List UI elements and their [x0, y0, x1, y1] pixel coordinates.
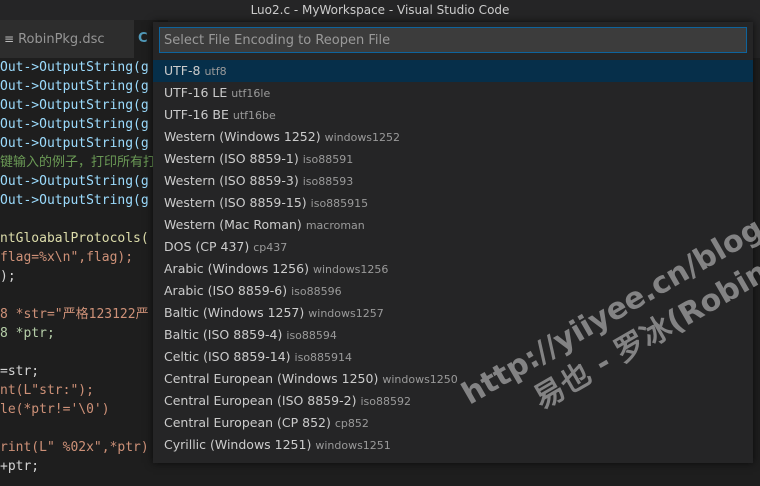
code-line: Out->OutputString(g [0, 98, 149, 113]
encoding-label: Western (ISO 8859-3) [164, 173, 299, 188]
encoding-option[interactable]: Western (ISO 8859-15) iso885915 [153, 192, 753, 214]
encoding-id: iso88594 [286, 329, 337, 342]
c-file-icon: C [138, 31, 148, 46]
window-title: Luo2.c - MyWorkspace - Visual Studio Cod… [0, 0, 760, 20]
encoding-id: windows1250 [382, 373, 458, 386]
encoding-option[interactable]: UTF-16 BE utf16be [153, 104, 753, 126]
code-line: Out->OutputString(g [0, 60, 149, 75]
encoding-id: cp852 [334, 417, 369, 430]
encoding-option[interactable]: DOS (CP 437) cp437 [153, 236, 753, 258]
encoding-option[interactable]: Cyrillic (Windows 1251) windows1251 [153, 434, 753, 456]
encoding-id: utf8 [204, 65, 227, 78]
encoding-id: iso88596 [291, 285, 342, 298]
code-line: Out->OutputString(g [0, 117, 149, 132]
encoding-id: iso88593 [302, 175, 354, 188]
code-line: 键输入的例子，打印所有打 [0, 155, 157, 170]
code-line: nt(L"str:"); [0, 383, 94, 398]
encoding-id: utf16be [232, 109, 276, 122]
encoding-option[interactable]: Baltic (ISO 8859-4) iso88594 [153, 324, 753, 346]
tab-label: RobinPkg.dsc [18, 32, 105, 47]
code-line: ntGloabalProtocols( [0, 231, 149, 246]
encoding-label: Western (ISO 8859-1) [164, 151, 299, 166]
encoding-label: Central European (Windows 1250) [164, 371, 379, 386]
encoding-id: iso88592 [360, 395, 411, 408]
encoding-label: Western (Windows 1252) [164, 129, 321, 144]
encoding-id: macroman [305, 219, 365, 232]
encoding-option[interactable]: Arabic (ISO 8859-6) iso88596 [153, 280, 753, 302]
encoding-label: Arabic (ISO 8859-6) [164, 283, 288, 298]
encoding-label: Cyrillic (Windows 1251) [164, 437, 312, 452]
encoding-id: windows1256 [312, 263, 389, 276]
encoding-option[interactable]: Western (Windows 1252) windows1252 [153, 126, 753, 148]
encoding-id: windows1252 [324, 131, 401, 144]
encoding-option[interactable]: Western (Mac Roman) macroman [153, 214, 753, 236]
code-line: Out->OutputString(g [0, 79, 149, 94]
encoding-label: UTF-16 LE [164, 85, 228, 100]
encoding-id: windows1257 [308, 307, 384, 320]
encoding-list: UTF-8 utf8 UTF-16 LE utf16le UTF-16 BE utf16b… [153, 60, 753, 456]
encoding-label: Celtic (ISO 8859-14) [164, 349, 291, 364]
encoding-option[interactable]: Arabic (Windows 1256) windows1256 [153, 258, 753, 280]
encoding-id: windows1251 [315, 439, 391, 452]
code-line: 8 *str="严格123122严 [0, 307, 149, 322]
encoding-id: cp437 [253, 241, 288, 254]
code-line: 8 *ptr; [0, 326, 55, 341]
code-line: Out->OutputString(g [0, 136, 149, 151]
encoding-label: DOS (CP 437) [164, 239, 250, 254]
code-line: Out->OutputString(g [0, 174, 149, 189]
encoding-id: iso88591 [302, 153, 354, 166]
code-line: +ptr; [0, 459, 40, 474]
encoding-option[interactable]: Western (ISO 8859-1) iso88591 [153, 148, 753, 170]
encoding-label: Baltic (Windows 1257) [164, 305, 305, 320]
encoding-label: Western (ISO 8859-15) [164, 195, 307, 210]
encoding-label: Central European (CP 852) [164, 415, 331, 430]
encoding-option[interactable]: Central European (ISO 8859-2) iso88592 [153, 390, 753, 412]
encoding-option[interactable]: UTF-8 utf8 [153, 60, 753, 82]
code-line: rint(L" %02x",*ptr) [0, 440, 149, 455]
code-line: =str; [0, 364, 40, 379]
encoding-label: UTF-8 [164, 63, 201, 78]
code-line: le(*ptr!='\0') [0, 402, 110, 417]
encoding-option[interactable]: UTF-16 LE utf16le [153, 82, 753, 104]
encoding-option[interactable]: Western (ISO 8859-3) iso88593 [153, 170, 753, 192]
encoding-option[interactable]: Celtic (ISO 8859-14) iso885914 [153, 346, 753, 368]
encoding-label: Arabic (Windows 1256) [164, 261, 309, 276]
encoding-label: Baltic (ISO 8859-4) [164, 327, 283, 342]
code-line: ); [0, 269, 16, 284]
encoding-option[interactable]: Central European (Windows 1250) windows12… [153, 368, 753, 390]
encoding-id: utf16le [231, 87, 271, 100]
encoding-id: iso885915 [310, 197, 369, 210]
code-line: flag=%x\n",flag); [0, 250, 134, 265]
encoding-label: UTF-16 BE [164, 107, 229, 122]
encoding-option[interactable]: Baltic (Windows 1257) windows1257 [153, 302, 753, 324]
encoding-label: Central European (ISO 8859-2) [164, 393, 357, 408]
encoding-label: Western (Mac Roman) [164, 217, 302, 232]
tab-robinpkg[interactable]: ≡ RobinPkg.dsc [0, 20, 144, 58]
encoding-search-input[interactable] [159, 27, 747, 53]
code-line: Out->OutputString(g [0, 193, 149, 208]
encoding-id: iso885914 [294, 351, 353, 364]
encoding-option[interactable]: Central European (CP 852) cp852 [153, 412, 753, 434]
menu-lines-icon: ≡ [4, 32, 15, 46]
quick-pick-palette: UTF-8utf8UTF-16 LEutf16leUTF-16 BEutf16b… [153, 22, 753, 463]
